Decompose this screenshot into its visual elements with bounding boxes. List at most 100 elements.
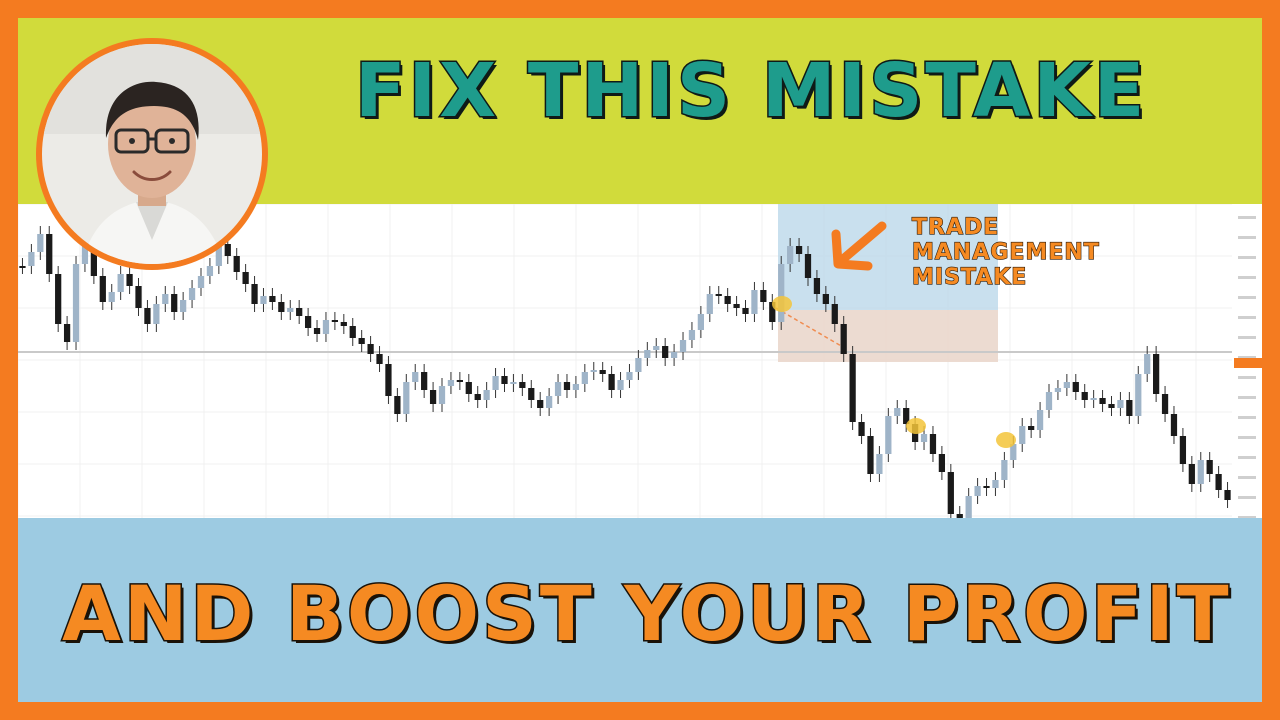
price-tick [1238, 456, 1256, 459]
candle-body [715, 294, 722, 296]
candle-body [920, 434, 928, 442]
candle-body [269, 296, 276, 302]
price-tick [1238, 416, 1256, 419]
candle-body [849, 354, 856, 422]
price-tick [1238, 276, 1256, 279]
candle-body [965, 496, 972, 518]
candle-body [1215, 474, 1222, 490]
candle-body [278, 302, 285, 312]
candle-body [1028, 426, 1035, 430]
candle-body [581, 372, 588, 384]
candle-body [358, 338, 365, 344]
candle-body [1170, 414, 1178, 436]
arrow-pointing-down-left-icon [831, 221, 887, 271]
candle-body [983, 486, 990, 488]
candle-body [171, 294, 178, 312]
candle-body [206, 266, 214, 276]
risk-zone [778, 310, 998, 362]
candle-body [304, 316, 312, 328]
candle-body [894, 408, 901, 416]
candle-body [1161, 394, 1169, 414]
candle-body [1063, 382, 1070, 388]
candle-body [1206, 460, 1213, 474]
candle-body [706, 294, 713, 314]
price-tick [1238, 296, 1256, 299]
candle-body [635, 358, 642, 372]
candle-body [1179, 436, 1187, 464]
candle-body [37, 234, 44, 252]
candle-body [483, 390, 490, 400]
candle-body [340, 322, 347, 326]
candle-body [599, 370, 606, 374]
candle-body [644, 350, 651, 358]
candle-body [590, 370, 597, 372]
candle-body [554, 382, 562, 396]
candle-body [296, 308, 303, 316]
candle-body [1135, 374, 1142, 416]
candle-body [153, 304, 160, 324]
candle-body [1072, 382, 1079, 392]
candle-body [876, 454, 883, 474]
candle-body [429, 390, 437, 404]
candle-body [313, 328, 321, 334]
candle-body [822, 294, 829, 304]
candle-body [180, 300, 187, 312]
candle-body [438, 386, 446, 404]
candle-body [1019, 426, 1026, 444]
candle-body [751, 290, 758, 314]
candle-body [992, 480, 999, 488]
candle-body [403, 382, 410, 414]
candle-body [1224, 490, 1231, 500]
candle-body [697, 314, 704, 330]
candle-body [144, 308, 151, 324]
candle-body [778, 264, 785, 322]
price-tick [1238, 496, 1256, 499]
candle-body [474, 394, 481, 400]
candle-body [456, 380, 463, 382]
candle-body [938, 454, 946, 472]
candle-body [1081, 392, 1088, 400]
annotation-line-3: MISTAKE [911, 264, 1028, 290]
candle-body [108, 292, 115, 302]
candle-body [563, 382, 571, 390]
candle-body [519, 382, 526, 388]
candle-body [367, 344, 374, 354]
candle-body [688, 330, 696, 340]
price-tick [1238, 476, 1256, 479]
candle-body [1117, 400, 1124, 408]
annotation-line-1: TRADE [911, 214, 1000, 240]
candle-body [394, 396, 401, 414]
candle-body [1197, 460, 1204, 484]
candle-body [385, 364, 392, 396]
candle-body [653, 346, 660, 350]
price-tick [1238, 376, 1256, 379]
candle-body [1153, 354, 1160, 394]
candle-body [331, 320, 339, 322]
candle-body [126, 274, 133, 286]
price-tick [1238, 396, 1256, 399]
candle-body [55, 274, 62, 324]
candle-body [733, 304, 740, 308]
candle-body [670, 352, 678, 358]
candle-body [492, 376, 499, 390]
candle-body [831, 304, 838, 324]
candle-body [99, 276, 106, 302]
price-tick [1238, 256, 1256, 259]
candle-body [840, 324, 847, 354]
candle-body [28, 252, 35, 266]
candle-body [1188, 464, 1195, 484]
highlight-dot [996, 432, 1016, 448]
candle-body [1099, 398, 1106, 404]
price-tick [1238, 436, 1256, 439]
candle-body [1090, 398, 1097, 400]
candle-body [1045, 392, 1053, 410]
candle-body [742, 308, 749, 314]
candle-body [412, 372, 419, 382]
candle-body [804, 254, 812, 278]
candle-body [63, 324, 71, 342]
candle-body [287, 308, 294, 312]
candle-body [1001, 460, 1008, 480]
candle-body [251, 284, 258, 304]
candle-body [224, 244, 231, 256]
price-tick [1238, 336, 1256, 339]
